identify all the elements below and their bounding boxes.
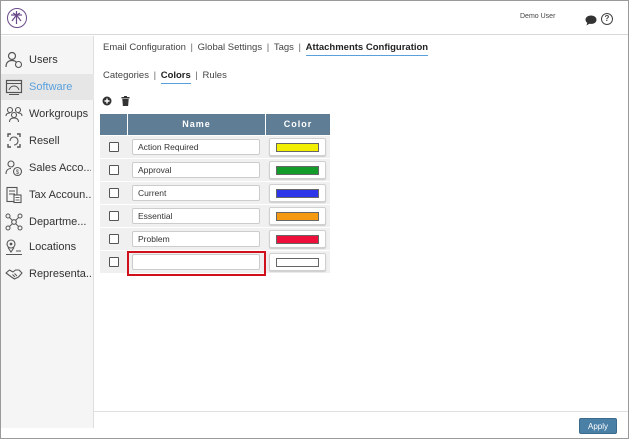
trash-icon[interactable] [121,96,130,106]
software-icon [5,79,23,95]
chat-icon[interactable] [585,13,597,26]
sidebar-item-workgroups[interactable]: Workgroups [1,101,94,127]
sidebar-item-departments[interactable]: Departme... [1,209,94,235]
tab-attachments-configuration[interactable]: Attachments Configuration [305,42,429,56]
color-picker[interactable] [269,138,326,156]
sidebar-item-label: Resell [29,135,60,147]
top-bar: Demo User ? [1,1,628,35]
highlight-annotation [127,251,266,276]
sidebar-item-tax-accounts[interactable]: Tax Accoun... [1,182,94,208]
tab-global-settings[interactable]: Global Settings [198,42,262,53]
sidebar-item-sales-accounts[interactable]: $ Sales Acco... [1,155,94,181]
user-name[interactable]: Demo User [520,13,555,20]
resell-icon [7,133,21,148]
table-row [100,182,330,205]
row-checkbox[interactable] [109,234,119,244]
help-icon[interactable]: ? [601,13,613,25]
sidebar-item-label: Sales Acco... [29,162,91,174]
color-swatch [276,143,319,152]
color-swatch [276,235,319,244]
sidebar: Users Software Workgroups Resell $ Sales… [1,36,94,428]
name-field[interactable] [132,208,260,224]
sidebar-item-users[interactable]: Users [1,47,94,73]
color-picker[interactable] [269,230,326,248]
sidebar-item-label: Departme... [29,216,87,228]
sidebar-item-resell[interactable]: Resell [1,128,94,154]
name-field[interactable] [132,231,260,247]
sidebar-item-label: Locations [29,241,77,253]
row-checkbox[interactable] [109,211,119,221]
sub-tabs: Categories | Colors | Rules [103,70,227,84]
tab-separator: | [295,42,304,53]
sidebar-item-label: Users [29,54,58,66]
color-swatch [276,189,319,198]
sidebar-item-representatives[interactable]: Representa... [1,261,94,287]
row-checkbox[interactable] [109,165,119,175]
locations-icon [6,239,22,256]
table-row [100,228,330,251]
tab-categories[interactable]: Categories [103,70,149,81]
name-field[interactable] [132,185,260,201]
color-swatch [276,258,319,267]
row-checkbox[interactable] [109,188,119,198]
color-swatch [276,212,319,221]
sidebar-item-label: Software [29,81,73,93]
color-picker[interactable] [269,161,326,179]
tax-accounts-icon [6,186,22,204]
tab-email-configuration[interactable]: Email Configuration [103,42,186,53]
add-icon[interactable] [102,96,112,106]
name-field[interactable] [132,162,260,178]
tab-separator: | [187,42,196,53]
departments-icon [5,213,23,231]
apply-button[interactable]: Apply [579,418,617,434]
users-icon [5,51,23,69]
column-header-color[interactable]: Color [265,114,330,135]
table-header: Name Color [100,114,330,135]
row-checkbox[interactable] [109,257,119,267]
color-picker[interactable] [269,207,326,225]
workgroups-icon [5,106,23,123]
table-row [100,159,330,182]
sidebar-item-software[interactable]: Software [1,74,94,100]
sidebar-item-locations[interactable]: Locations [1,234,94,260]
footer-divider [94,411,628,412]
color-picker[interactable] [269,253,326,271]
table-row [100,136,330,159]
tab-separator: | [150,70,159,81]
sidebar-item-label: Workgroups [29,108,89,120]
column-header-name[interactable]: Name [127,114,265,135]
tab-separator: | [192,70,201,81]
color-swatch [276,166,319,175]
sidebar-item-label: Tax Accoun... [29,189,91,201]
sales-accounts-icon: $ [5,160,23,177]
tab-separator: | [264,42,272,53]
sidebar-item-label: Representa... [29,268,91,280]
representatives-icon [5,269,23,280]
color-picker[interactable] [269,184,326,202]
table-row [100,205,330,228]
name-field[interactable] [132,139,260,155]
row-checkbox[interactable] [109,142,119,152]
tab-colors[interactable]: Colors [160,70,191,84]
tab-tags[interactable]: Tags [274,42,294,53]
logo-icon[interactable] [7,8,27,28]
main-tabs: Email Configuration | Global Settings | … [103,42,429,56]
tab-rules[interactable]: Rules [203,70,227,81]
